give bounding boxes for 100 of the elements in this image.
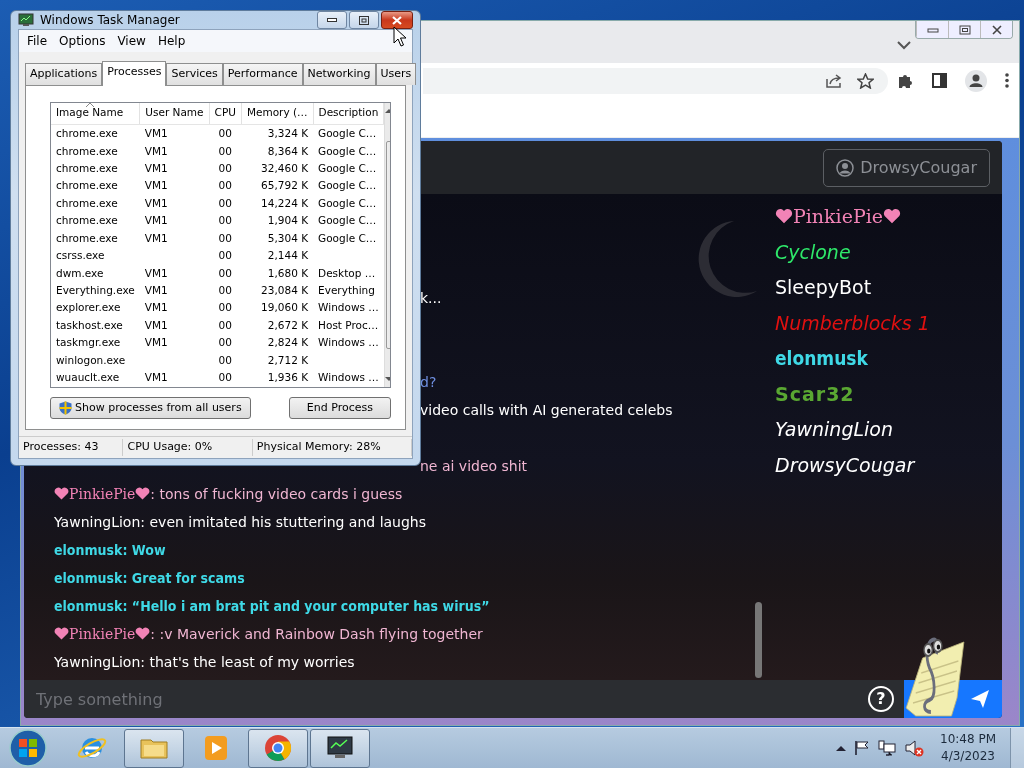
close-icon: [990, 24, 1003, 35]
chevron-down-icon[interactable]: [897, 41, 911, 50]
table-cell-text: 23,084 K: [260, 283, 310, 298]
heart-icon: [775, 207, 793, 225]
table-cell-text: 14,224 K: [260, 195, 310, 211]
menu-item[interactable]: Options: [53, 31, 112, 51]
restore-icon: [958, 24, 971, 35]
table-cell-text: 1,936 K: [266, 370, 310, 386]
column-header[interactable]: Image Name: [51, 102, 140, 125]
table-cell: 00: [209, 124, 242, 143]
chat-message: elonmusk: “Hello i am brat pit and your computer has wirus”: [54, 597, 490, 616]
tab[interactable]: Networking: [302, 63, 376, 85]
table-cell-text: VM1: [143, 213, 169, 229]
user-name[interactable]: Scar32: [775, 379, 930, 408]
maximize-button[interactable]: [349, 11, 379, 29]
user-name[interactable]: Cyclone: [775, 237, 930, 266]
taskbar-button[interactable]: [310, 728, 370, 768]
table-cell-text: 2,824 K: [266, 335, 310, 351]
user-name[interactable]: DrowsyCougar: [775, 450, 930, 479]
chrome-icon: [263, 733, 293, 763]
table-cell-text: taskhost.exe: [55, 317, 124, 333]
minimize-icon: [926, 26, 939, 33]
start-button[interactable]: [8, 728, 48, 768]
heart-icon: [54, 486, 69, 501]
close-button[interactable]: [381, 11, 413, 29]
minimize-button[interactable]: [317, 11, 347, 29]
table-cell-text: Google C…: [317, 230, 378, 246]
user-circle-icon: [836, 158, 855, 177]
table-cell-text: VM1: [143, 283, 169, 298]
clock-date[interactable]: 4/3/2023: [940, 748, 996, 765]
table-cell-text: csrss.exe: [55, 248, 106, 264]
menu-item[interactable]: View: [111, 31, 152, 51]
table-cell-text: Everything: [317, 283, 376, 298]
table-cell-text: taskmgr.exe: [55, 335, 122, 351]
shield-icon: [59, 400, 72, 415]
scrollbar-thumb[interactable]: [755, 602, 762, 678]
muted-speaker-icon[interactable]: [904, 739, 924, 757]
flag-icon[interactable]: [854, 740, 870, 756]
minimize-icon: [327, 17, 337, 23]
user-name[interactable]: Numberblocks 1: [775, 308, 930, 337]
restore-button[interactable]: [948, 21, 980, 38]
chat-message: elonmusk: Great for scams: [54, 569, 245, 588]
table-cell-text: 1,904 K: [266, 213, 310, 229]
profile-avatar-icon[interactable]: [965, 69, 987, 92]
tab[interactable]: Processes: [102, 61, 167, 86]
table-cell-text: 00: [217, 178, 233, 194]
table-cell-text: 19,060 K: [260, 300, 310, 316]
table-cell: VM1: [139, 124, 210, 143]
table-cell-text: dwm.exe: [55, 265, 105, 281]
menu-item[interactable]: Help: [151, 31, 192, 51]
table-cell-text: 32,460 K: [260, 161, 310, 177]
table-cell-text: 2,712 K: [266, 352, 310, 368]
network-icon[interactable]: [878, 740, 896, 756]
chat-message: video calls with AI generated celebs: [420, 401, 673, 420]
end-process-button[interactable]: End Process: [288, 396, 391, 419]
star-icon[interactable]: [857, 72, 874, 89]
puzzle-piece-icon[interactable]: [898, 72, 914, 89]
profile-button[interactable]: DrowsyCougar: [823, 148, 990, 187]
side-panel-icon[interactable]: [932, 73, 947, 88]
table-cell-text: VM1: [143, 161, 169, 177]
share-icon[interactable]: [825, 72, 843, 89]
close-button[interactable]: [980, 21, 1012, 38]
chat-message: elonmusk: Wow: [54, 541, 166, 560]
show-all-processes-button[interactable]: Show processes from all users: [50, 396, 251, 419]
table-cell: Google C…: [313, 124, 384, 143]
heart-icon: [135, 626, 151, 641]
user-name[interactable]: SleepyBot: [775, 273, 930, 302]
window-title: Windows Task Manager: [40, 12, 180, 29]
help-button[interactable]: ?: [868, 686, 894, 712]
chevron-up-icon[interactable]: [836, 745, 846, 751]
table-cell-text: winlogon.exe: [55, 352, 127, 368]
column-header[interactable]: CPU: [209, 102, 242, 125]
table-cell-text: VM1: [143, 265, 169, 281]
clock-time[interactable]: 10:48 PM: [940, 731, 996, 748]
column-header[interactable]: Memory (…: [241, 102, 314, 125]
table-cell-text: VM1: [143, 230, 169, 246]
table-cell-text: 00: [217, 143, 233, 159]
user-name[interactable]: YawningLion: [775, 415, 930, 444]
table-cell-text: Windows …: [317, 335, 380, 351]
table-cell-text: Everything.exe: [55, 283, 136, 298]
message-input[interactable]: Type something ?: [24, 680, 904, 718]
menu-item[interactable]: File: [21, 31, 54, 51]
table-cell-text: 00: [217, 161, 233, 177]
table-cell-text: Windows …: [317, 370, 380, 386]
table-cell-text: chrome.exe: [55, 143, 119, 159]
tab[interactable]: Users: [375, 63, 417, 85]
user-name[interactable]: PinkiePie: [775, 202, 930, 231]
tab[interactable]: Performance: [222, 63, 303, 85]
kebab-menu-icon[interactable]: [1005, 73, 1009, 88]
tab[interactable]: Applications: [25, 63, 103, 85]
table-cell-text: 00: [217, 335, 233, 351]
user-name[interactable]: elonmusk: [775, 344, 930, 373]
table-cell-text: 00: [217, 352, 233, 368]
table-cell-text: 8,364 K: [266, 143, 310, 159]
column-header[interactable]: Description: [313, 102, 384, 125]
scroll-down-icon[interactable]: [385, 374, 390, 383]
column-header[interactable]: User Name: [139, 102, 210, 125]
tab[interactable]: Services: [166, 63, 223, 85]
table-cell-text: Google C…: [317, 178, 378, 194]
table-cell-text: 1,680 K: [266, 265, 310, 281]
